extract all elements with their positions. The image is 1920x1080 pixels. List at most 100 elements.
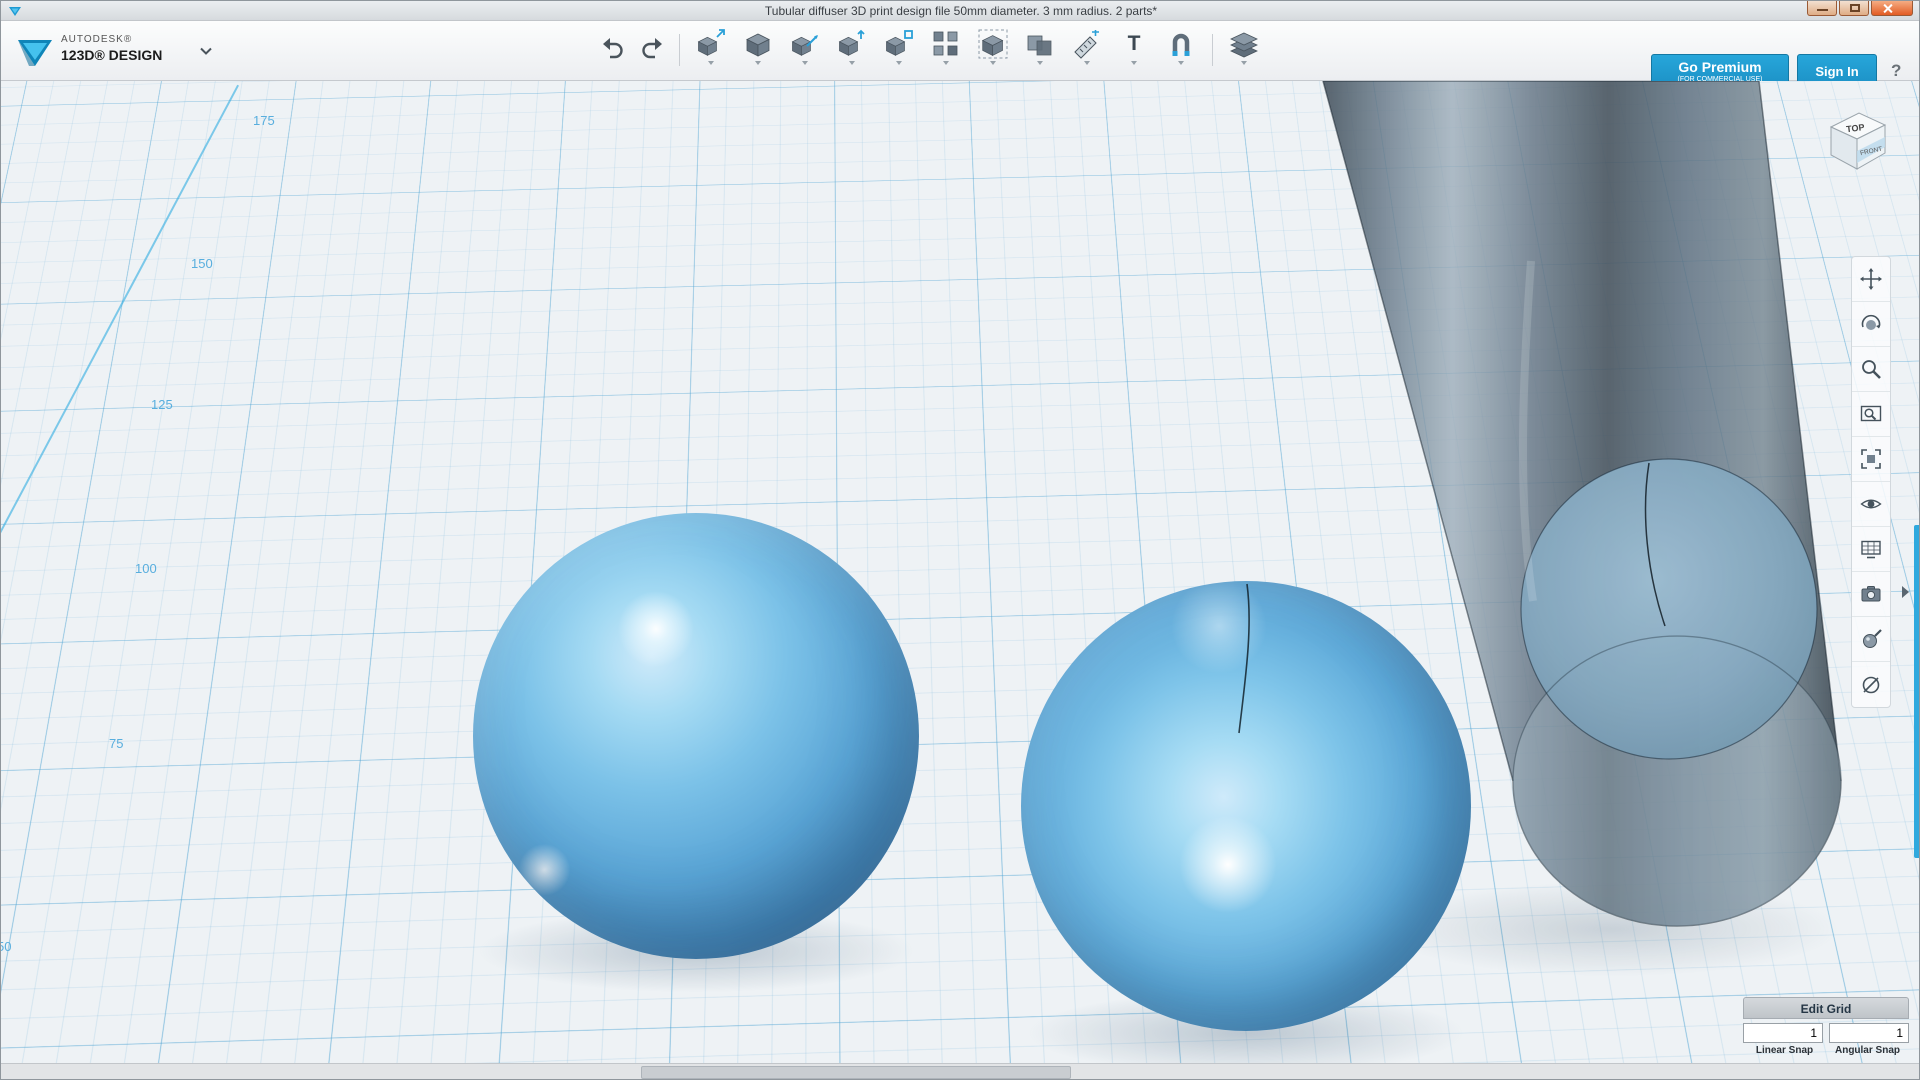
dropdown-caret-icon[interactable]	[755, 61, 761, 65]
orbit-icon	[1860, 313, 1882, 335]
edit-grid-button[interactable]: Edit Grid	[1743, 997, 1909, 1019]
linear-snap-input[interactable]	[1743, 1023, 1823, 1043]
dropdown-caret-icon[interactable]	[990, 61, 996, 65]
material-layers-icon	[1229, 29, 1259, 59]
pattern-tool-button[interactable]	[926, 29, 966, 65]
construct-icon	[837, 29, 867, 59]
brand-menu-chevron-icon[interactable]	[199, 47, 213, 56]
pan-button[interactable]	[1852, 257, 1890, 302]
combine-icon	[1025, 29, 1055, 59]
tube-inner-floor	[1521, 459, 1817, 759]
zoom-window-icon	[1860, 403, 1882, 425]
toolbar-separator	[1212, 34, 1213, 66]
maximize-icon	[1850, 4, 1860, 12]
app-window: Tubular diffuser 3D print design file 50…	[0, 0, 1920, 1080]
material-tool-button[interactable]	[1224, 29, 1264, 65]
orbit-button[interactable]	[1852, 302, 1890, 347]
modify-tool-button[interactable]	[879, 29, 919, 65]
horizontal-scrollbar-thumb[interactable]	[641, 1066, 1071, 1079]
visibility-button[interactable]	[1852, 482, 1890, 527]
horizontal-scrollbar[interactable]	[1, 1063, 1920, 1080]
grid-label: 75	[109, 736, 123, 751]
angular-snap-input[interactable]	[1829, 1023, 1909, 1043]
grid-label: 100	[135, 561, 157, 576]
text-tool-button[interactable]: T	[1114, 29, 1154, 65]
group-tool-button[interactable]	[973, 29, 1013, 65]
fit-view-button[interactable]	[1852, 437, 1890, 482]
edit-grid-panel: Edit Grid Linear Snap Angular Snap	[1743, 997, 1909, 1056]
sketch-tool-button[interactable]	[785, 29, 825, 65]
grid-label: 175	[253, 113, 275, 128]
redo-button[interactable]	[636, 34, 668, 60]
grid-label: 125	[151, 397, 173, 412]
pan-icon	[1860, 268, 1882, 290]
zoom-icon	[1860, 358, 1882, 380]
construct-tool-button[interactable]	[832, 29, 872, 65]
brand-text: AUTODESK® 123D® DESIGN	[61, 34, 162, 64]
dropdown-caret-icon[interactable]	[943, 61, 949, 65]
outline-view-icon	[1860, 674, 1882, 696]
side-panel-arrow-icon[interactable]	[1902, 586, 1909, 598]
measure-tool-button[interactable]	[1067, 29, 1107, 65]
measure-icon	[1072, 29, 1102, 59]
window-title: Tubular diffuser 3D print design file 50…	[1, 1, 1920, 21]
snap-tool-button[interactable]	[1161, 29, 1201, 65]
transform-icon	[696, 29, 726, 59]
go-premium-label: Go Premium	[1652, 59, 1788, 75]
view-settings-icon	[1860, 538, 1882, 560]
view-tools-palette	[1851, 256, 1891, 708]
dropdown-caret-icon[interactable]	[1037, 61, 1043, 65]
dropdown-caret-icon[interactable]	[896, 61, 902, 65]
screenshot-button[interactable]	[1852, 572, 1890, 617]
screenshot-icon	[1860, 583, 1882, 605]
title-bar: Tubular diffuser 3D print design file 50…	[1, 1, 1920, 21]
undo-icon	[600, 34, 626, 60]
dropdown-caret-icon[interactable]	[802, 61, 808, 65]
dropdown-caret-icon[interactable]	[849, 61, 855, 65]
primitives-tool-button[interactable]	[738, 29, 778, 65]
brand-autodesk: AUTODESK®	[61, 34, 162, 47]
text-tool-icon: T	[1114, 29, 1154, 59]
modify-icon	[884, 29, 914, 59]
dropdown-caret-icon[interactable]	[1178, 61, 1184, 65]
outline-view-button[interactable]	[1852, 662, 1890, 707]
maximize-button[interactable]	[1839, 1, 1869, 16]
snap-magnet-icon	[1166, 29, 1196, 59]
material-view-icon	[1860, 628, 1882, 650]
dropdown-caret-icon[interactable]	[1131, 61, 1137, 65]
angular-snap-label: Angular Snap	[1826, 1045, 1909, 1056]
zoom-window-button[interactable]	[1852, 392, 1890, 437]
redo-icon	[639, 34, 665, 60]
combine-tool-button[interactable]	[1020, 29, 1060, 65]
group-icon	[978, 29, 1008, 59]
grid-label: 50	[1, 939, 11, 954]
side-panel-handle[interactable]	[1914, 525, 1920, 858]
transform-tool-button[interactable]	[691, 29, 731, 65]
minimize-button[interactable]	[1807, 1, 1837, 16]
zoom-button[interactable]	[1852, 347, 1890, 392]
help-button[interactable]: ?	[1891, 61, 1901, 81]
close-button[interactable]	[1871, 1, 1913, 16]
view-settings-button[interactable]	[1852, 527, 1890, 572]
dropdown-caret-icon[interactable]	[708, 61, 714, 65]
tool-strip: T	[597, 29, 1264, 66]
minimize-icon	[1817, 9, 1828, 11]
sketch-icon	[790, 29, 820, 59]
dropdown-caret-icon[interactable]	[1084, 61, 1090, 65]
app-logo-icon	[15, 31, 55, 71]
primitives-icon	[743, 29, 773, 59]
toolbar-separator	[679, 34, 680, 66]
linear-snap-label: Linear Snap	[1743, 1045, 1826, 1056]
sphere-left-object[interactable]	[473, 513, 919, 959]
visibility-icon	[1860, 493, 1882, 515]
tube-object[interactable]	[1281, 81, 1920, 961]
material-view-button[interactable]	[1852, 617, 1890, 662]
main-toolbar: AUTODESK® 123D® DESIGN	[1, 21, 1920, 81]
fit-view-icon	[1860, 448, 1882, 470]
viewport-canvas[interactable]: 175 150 125 100 75 50	[1, 81, 1920, 1063]
undo-button[interactable]	[597, 34, 629, 60]
brand-123d-design: 123D® DESIGN	[61, 47, 162, 65]
grid-label: 150	[191, 256, 213, 271]
view-cube[interactable]: TOP FRONT	[1819, 101, 1895, 187]
dropdown-caret-icon[interactable]	[1241, 61, 1247, 65]
